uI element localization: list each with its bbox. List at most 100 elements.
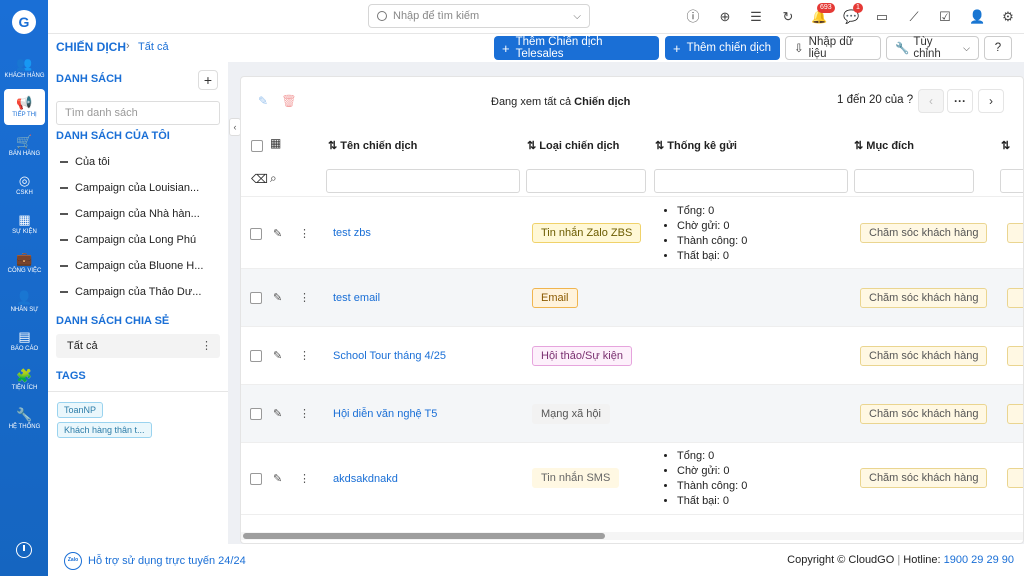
add-circle-icon[interactable]: ⊕ [717, 9, 733, 25]
campaign-name-link[interactable]: School Tour tháng 4/25 [333, 350, 446, 362]
campaign-type-badge: Tin nhắn Zalo ZBS [532, 223, 642, 243]
row-checkbox[interactable] [250, 408, 262, 420]
more-vertical-icon[interactable]: ⋮ [299, 349, 310, 362]
row-checkbox[interactable] [250, 292, 262, 304]
pencil-icon[interactable]: ✎ [273, 227, 282, 240]
settings-gear-icon[interactable]: ⚙ [1000, 9, 1016, 25]
list-item[interactable]: Của tôi [60, 156, 220, 168]
pencil-icon[interactable]: ✎ [273, 349, 282, 362]
user-icon[interactable]: 👤 [969, 9, 985, 25]
nav-utilities[interactable]: 🧩 TIỆN ÍCH [4, 362, 45, 398]
tag-chip[interactable]: ToanNP [57, 402, 104, 418]
row-checkbox[interactable] [250, 350, 262, 362]
campaign-name-link[interactable]: Hội diễn văn nghệ T5 [333, 408, 437, 420]
pencil-icon[interactable]: ✎ [273, 407, 282, 420]
tag-chip[interactable]: Khách hàng thân t... [57, 422, 152, 438]
refresh-icon[interactable]: ↻ [780, 9, 796, 25]
nav-support[interactable]: ◎ CSKH [4, 167, 45, 203]
column-header-name[interactable]: ⇅ Tên chiến dịch [328, 139, 417, 152]
page-title[interactable]: CHIẾN DỊCH [56, 40, 126, 54]
list-item[interactable]: Campaign của Nhà hàn... [60, 208, 220, 220]
row-checkbox[interactable] [250, 473, 262, 485]
help-button[interactable]: ? [984, 36, 1012, 60]
question-icon: ? [994, 42, 1002, 54]
nav-label: KHÁCH HÀNG [4, 73, 45, 79]
chat-icon[interactable]: 💬 1 [843, 3, 863, 25]
pencil-icon[interactable]: ✎ [253, 91, 273, 111]
column-header-stats[interactable]: ⇅ Thống kê gửi [655, 139, 737, 152]
notifications-badge: 693 [817, 3, 835, 13]
campaign-name-link[interactable]: test email [333, 292, 380, 304]
filter-purpose-input[interactable] [854, 169, 974, 193]
tags-title: TAGS [56, 370, 86, 382]
list-icon[interactable]: ☰ [748, 9, 764, 25]
calendar-icon[interactable]: ▭ [874, 9, 890, 25]
horizontal-scrollbar[interactable] [241, 532, 1023, 540]
support-link[interactable]: Hỗ trợ sử dụng trực tuyến 24/24 [88, 555, 246, 567]
nav-events[interactable]: ▦ SỰ KIỆN [4, 206, 45, 242]
table-row[interactable]: ✎ ⋮ test zbs Tin nhắn Zalo ZBS Tổng: 0 C… [241, 199, 1023, 269]
column-settings-icon[interactable]: ▦ [270, 136, 281, 150]
column-header-type[interactable]: ⇅ Loại chiến dịch [527, 139, 619, 152]
more-vertical-icon[interactable]: ⋮ [299, 291, 310, 304]
wrench-icon: 🔧 [895, 43, 910, 55]
add-telesales-campaign-button[interactable]: + Thêm Chiến dịch Telesales [494, 36, 659, 60]
zalo-icon[interactable]: Zalo [64, 552, 82, 570]
nav-customers[interactable]: 👥 KHÁCH HÀNG [4, 50, 45, 86]
more-vertical-icon[interactable]: ⋮ [299, 472, 310, 485]
cloudgo-logo[interactable]: G [12, 10, 36, 34]
campaign-name-link[interactable]: akdsakdnakd [333, 473, 398, 485]
nav-label: NHÂN SỰ [10, 307, 39, 313]
select-all-checkbox[interactable] [251, 140, 263, 152]
nav-system[interactable]: 🔧 HỆ THỐNG [4, 401, 45, 437]
list-item[interactable]: Campaign của Bluone H... [60, 260, 220, 272]
table-row[interactable]: ✎ ⋮ Hội diễn văn nghệ T5 Mạng xã hội Chă… [241, 385, 1023, 443]
table-row[interactable]: ✎ ⋮ School Tour tháng 4/25 Hội thảo/Sự k… [241, 327, 1023, 385]
add-list-button[interactable]: + [198, 70, 218, 90]
search-icon[interactable]: ⌕ [270, 171, 277, 186]
nav-tasks[interactable]: 💼 CÔNG VIỆC [4, 245, 45, 281]
eraser-icon[interactable]: ⌫ [251, 172, 268, 186]
import-data-button[interactable]: ⇩ Nhập dữ liệu [785, 36, 881, 60]
nav-sales[interactable]: 🛒 BÁN HÀNG [4, 128, 45, 164]
alert-icon[interactable]: ⓘ [685, 9, 701, 25]
table-row[interactable]: ✎ ⋮ test email Email Chăm sóc khách hàng [241, 269, 1023, 327]
more-vertical-icon[interactable]: ⋮ [201, 334, 212, 358]
filter-stats-input[interactable] [654, 169, 848, 193]
trash-icon[interactable]: 🗑 [279, 91, 299, 111]
more-vertical-icon[interactable]: ⋮ [299, 227, 310, 240]
nav-hr[interactable]: 👤 NHÂN SỰ [4, 284, 45, 320]
row-checkbox[interactable] [250, 228, 262, 240]
clock-icon[interactable] [16, 542, 32, 558]
prev-page-button[interactable]: ‹ [918, 89, 944, 113]
pencil-icon[interactable]: ✎ [273, 472, 282, 485]
list-search-input[interactable]: Tìm danh sách [56, 101, 220, 125]
next-page-button[interactable]: › [978, 89, 1004, 113]
list-item[interactable]: Campaign của Long Phú [60, 234, 220, 246]
global-search-input[interactable]: Nhập để tìm kiếm ⌵ [368, 4, 590, 28]
column-header-more[interactable]: ⇅ [1001, 139, 1010, 152]
campaign-name-link[interactable]: test zbs [333, 227, 371, 239]
column-header-purpose[interactable]: ⇅ Mục đích [854, 139, 914, 152]
add-campaign-button[interactable]: + Thêm chiến dịch [665, 36, 780, 60]
pencil-icon[interactable]: ✎ [273, 291, 282, 304]
chart-icon[interactable]: ⟋ [906, 9, 922, 25]
nav-marketing[interactable]: 📢 TIẾP THỊ [4, 89, 45, 125]
customers-icon: 👥 [16, 56, 33, 71]
hotline-number[interactable]: 1900 29 29 90 [944, 554, 1014, 566]
scrollbar-thumb[interactable] [243, 533, 605, 539]
list-item[interactable]: Campaign của Thảo Dư... [60, 286, 220, 298]
table-row[interactable]: ✎ ⋮ akdsakdnakd Tin nhắn SMS Tổng: 0 Chờ… [241, 443, 1023, 515]
question-icon[interactable]: ? [907, 94, 913, 106]
checkbox-icon[interactable]: ☑ [937, 9, 953, 25]
filter-name-input[interactable] [326, 169, 520, 193]
more-vertical-icon[interactable]: ⋮ [299, 407, 310, 420]
bell-icon[interactable]: 🔔 693 [811, 3, 835, 25]
filter-type-input[interactable] [526, 169, 646, 193]
filter-more-input[interactable] [1000, 169, 1023, 193]
shared-list-item[interactable]: Tất cả ⋮ [56, 334, 220, 358]
list-item[interactable]: Campaign của Louisian... [60, 182, 220, 194]
more-pages-button[interactable]: ··· [947, 89, 973, 113]
customize-button[interactable]: 🔧 Tùy chỉnh ⌵ [886, 36, 979, 60]
nav-reports[interactable]: ▤ BÁO CÁO [4, 323, 45, 359]
